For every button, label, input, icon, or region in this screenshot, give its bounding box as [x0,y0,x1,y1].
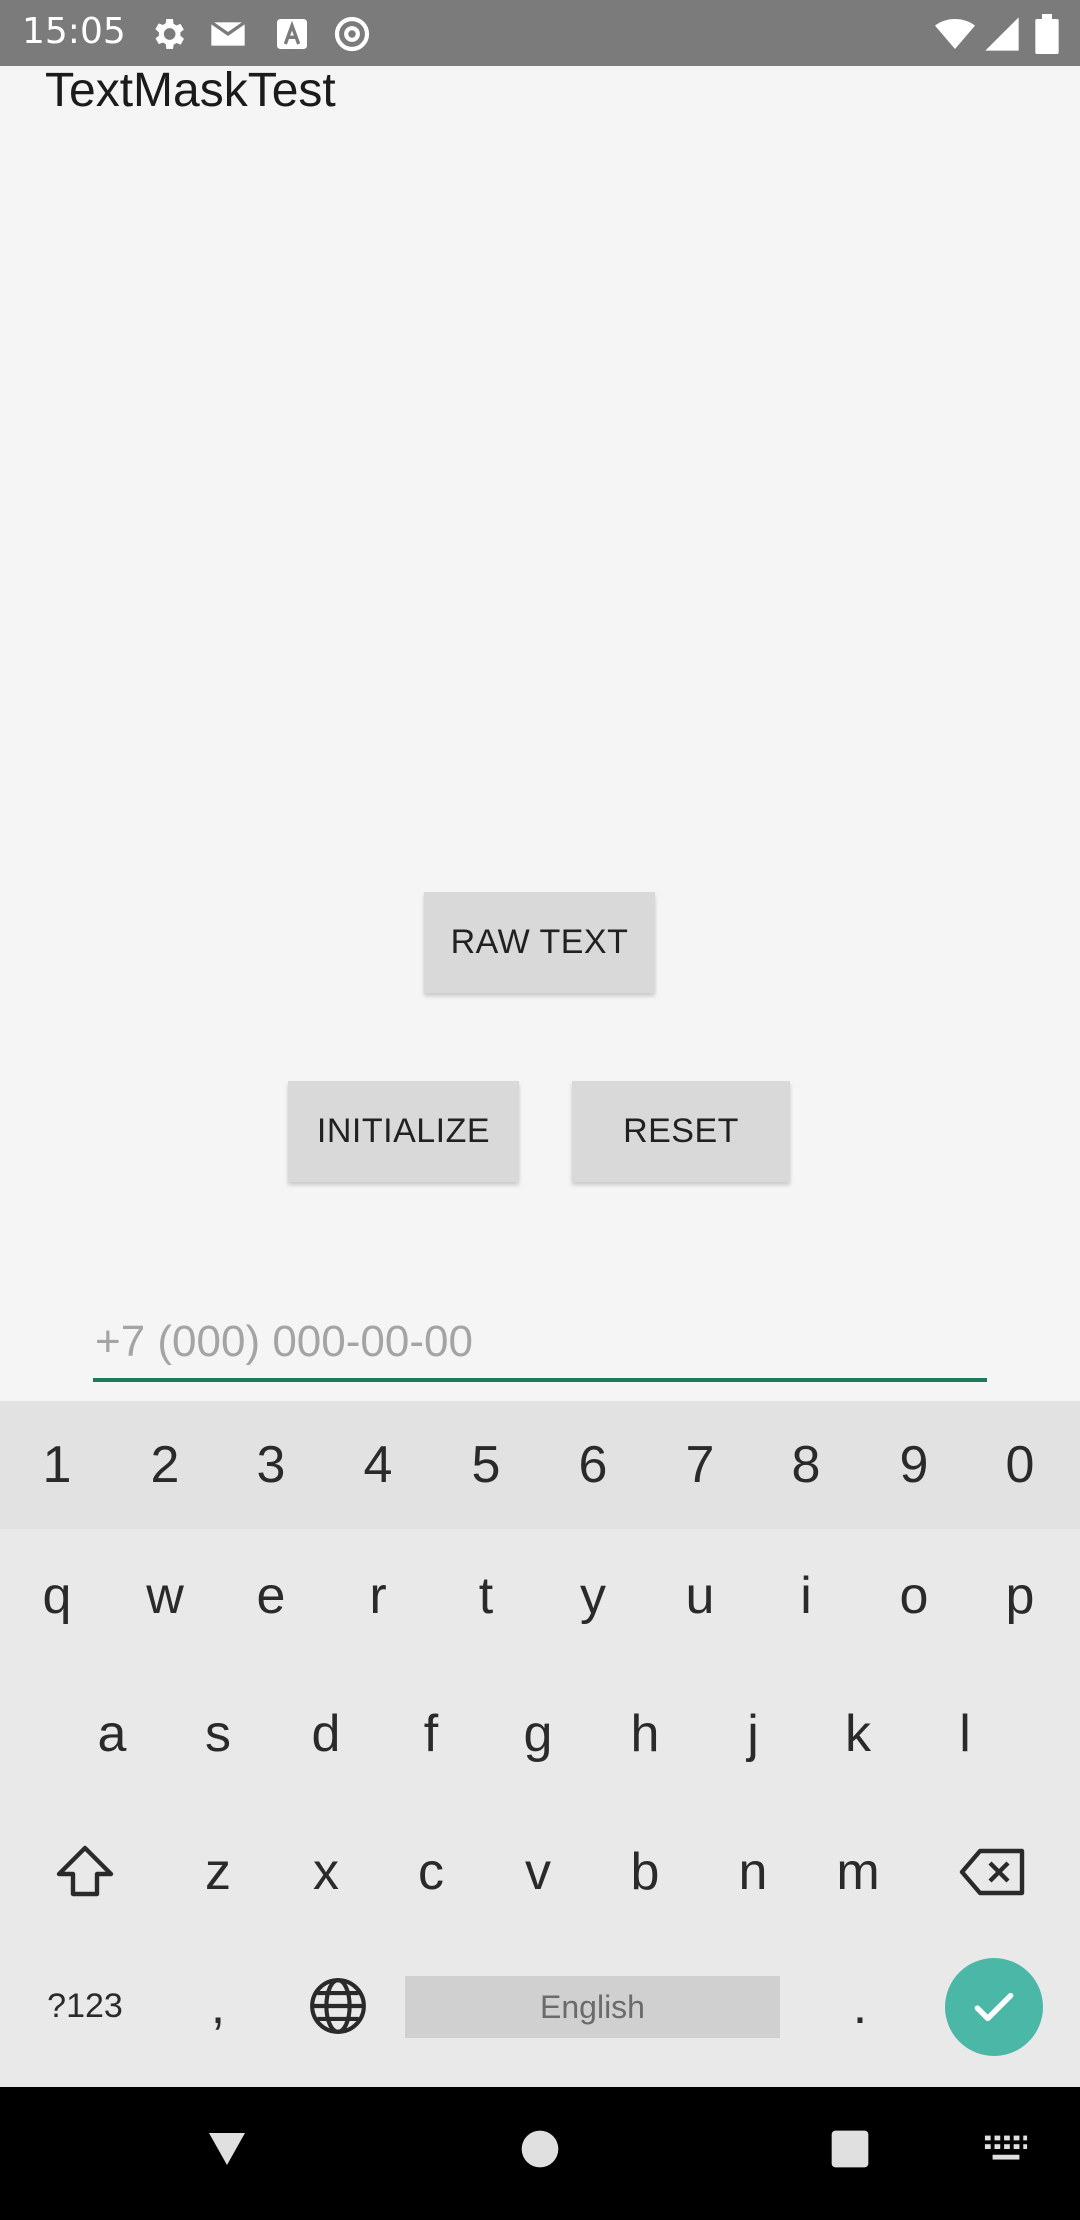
soft-keyboard: 1 2 3 4 5 6 7 8 9 0 q w e r t y u i o p … [0,1401,1080,2087]
recents-icon[interactable] [828,2127,872,2171]
mail-icon [210,20,246,46]
key-u[interactable]: u [645,1529,755,1663]
key-2[interactable]: 2 [110,1401,220,1529]
shift-icon [56,1845,114,1897]
globe-icon [310,1978,366,2034]
key-l[interactable]: l [910,1667,1020,1801]
key-y[interactable]: y [538,1529,648,1663]
key-n[interactable]: n [698,1805,808,1939]
key-b[interactable]: b [590,1805,700,1939]
home-icon[interactable] [518,2127,562,2171]
a-icon [277,19,307,49]
key-1[interactable]: 1 [2,1401,112,1529]
key-q[interactable]: q [2,1529,112,1663]
key-p[interactable]: p [965,1529,1075,1663]
battery-icon [1035,14,1059,54]
key-o[interactable]: o [859,1529,969,1663]
key-0[interactable]: 0 [965,1401,1075,1529]
raw-text-button[interactable]: RAW TEXT [424,892,655,993]
key-v[interactable]: v [483,1805,593,1939]
enter-key[interactable] [945,1958,1043,2056]
key-i[interactable]: i [751,1529,861,1663]
key-s[interactable]: s [163,1667,273,1801]
checkmark-icon [974,1992,1014,2022]
status-time: 15:05 [22,11,126,52]
reset-button[interactable]: RESET [572,1081,790,1182]
at-icon [334,16,370,52]
key-x[interactable]: x [271,1805,381,1939]
period-key[interactable]: . [805,1951,915,2061]
navigation-bar [0,2087,1080,2220]
key-h[interactable]: h [590,1667,700,1801]
key-e[interactable]: e [216,1529,326,1663]
gear-icon [155,19,184,49]
key-3[interactable]: 3 [216,1401,326,1529]
key-5[interactable]: 5 [431,1401,541,1529]
key-g[interactable]: g [483,1667,593,1801]
key-6[interactable]: 6 [538,1401,648,1529]
key-k[interactable]: k [803,1667,913,1801]
comma-key[interactable]: , [163,1951,273,2061]
key-j[interactable]: j [698,1667,808,1801]
key-z[interactable]: z [163,1805,273,1939]
backspace-key[interactable] [938,1805,1048,1939]
language-key[interactable] [283,1951,393,2061]
shift-key[interactable] [30,1805,140,1939]
number-row: 1 2 3 4 5 6 7 8 9 0 [0,1401,1080,1529]
back-icon[interactable] [203,2125,251,2173]
key-4[interactable]: 4 [323,1401,433,1529]
symbols-key[interactable]: ?123 [20,1951,150,2061]
backspace-icon [959,1848,1025,1896]
key-c[interactable]: c [376,1805,486,1939]
key-a[interactable]: a [57,1667,167,1801]
key-8[interactable]: 8 [751,1401,861,1529]
key-d[interactable]: d [271,1667,381,1801]
keyboard-switch-icon[interactable] [983,2133,1029,2165]
key-m[interactable]: m [803,1805,913,1939]
key-7[interactable]: 7 [645,1401,755,1529]
app-title: TextMaskTest [45,64,336,117]
signal-icon [985,17,1019,51]
initialize-button[interactable]: INITIALIZE [288,1081,519,1182]
status-bar: 15:05 [0,0,1080,66]
key-f[interactable]: f [376,1667,486,1801]
key-9[interactable]: 9 [859,1401,969,1529]
key-t[interactable]: t [431,1529,541,1663]
key-w[interactable]: w [110,1529,220,1663]
key-r[interactable]: r [323,1529,433,1663]
phone-input[interactable] [93,1306,987,1382]
wifi-icon [935,19,975,49]
space-bar[interactable]: English [405,1976,780,2038]
